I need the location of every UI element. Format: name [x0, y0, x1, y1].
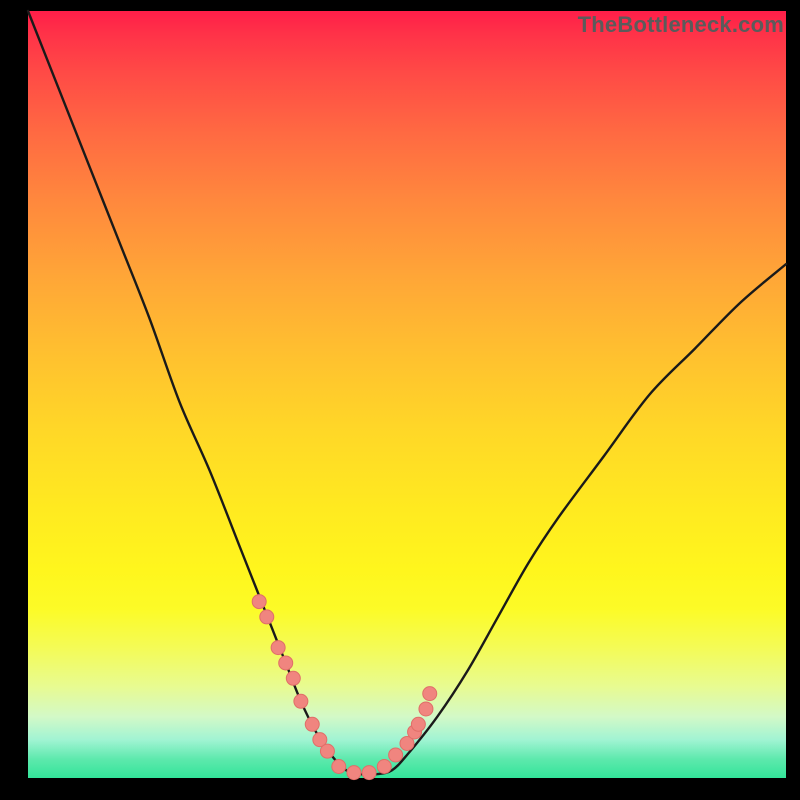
watermark-text: TheBottleneck.com — [578, 12, 784, 38]
marker-dot — [347, 766, 361, 780]
marker-dot — [294, 694, 308, 708]
marker-dot — [260, 610, 274, 624]
plot-area — [28, 11, 786, 778]
marker-dot — [419, 702, 433, 716]
marker-dot — [423, 687, 437, 701]
marker-dot — [389, 748, 403, 762]
marker-dot — [279, 656, 293, 670]
marker-dot — [286, 671, 300, 685]
bottleneck-curve — [28, 11, 786, 775]
marker-dot — [377, 760, 391, 774]
marker-dot — [320, 744, 334, 758]
marker-dot — [362, 766, 376, 780]
marker-dot — [305, 717, 319, 731]
curve-layer — [28, 11, 786, 775]
marker-dot — [271, 641, 285, 655]
marker-dot — [252, 595, 266, 609]
chart-svg — [28, 11, 786, 778]
marker-dot — [332, 760, 346, 774]
chart-stage: TheBottleneck.com — [0, 0, 800, 800]
marker-dot — [411, 717, 425, 731]
